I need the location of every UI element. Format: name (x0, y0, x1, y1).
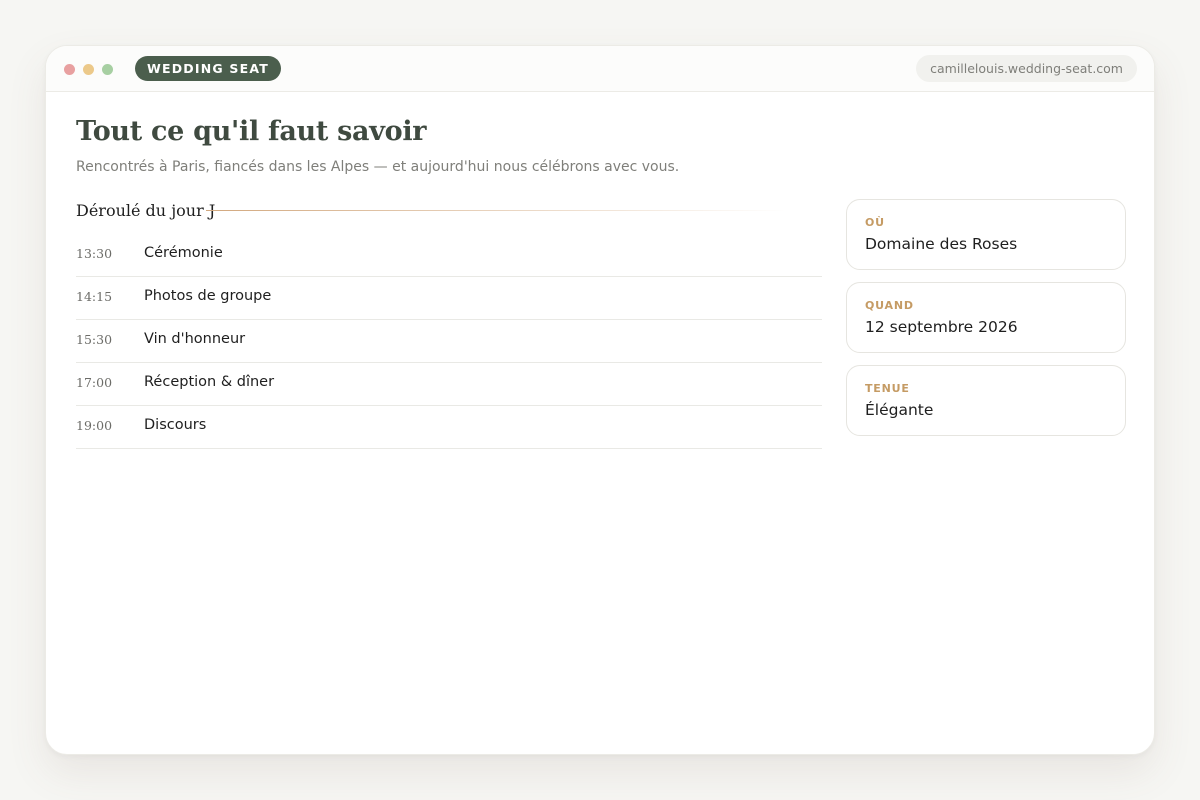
schedule-row: 17:00 Réception & dîner (76, 363, 822, 406)
info-card-label: TENUE (865, 382, 910, 395)
section-divider (206, 210, 786, 211)
info-card-value: Élégante (865, 401, 934, 419)
schedule-time: 13:30 (76, 246, 113, 261)
page-subtitle: Rencontrés à Paris, fiancés dans les Alp… (76, 159, 680, 175)
schedule-event: Discours (144, 417, 207, 433)
minimize-window-dot[interactable] (83, 64, 94, 75)
browser-window: WEDDING SEAT camillelouis.wedding-seat.c… (45, 45, 1155, 755)
schedule-event: Vin d'honneur (144, 331, 246, 347)
schedule-header: Déroulé du jour J (76, 199, 796, 223)
info-card-value: 12 septembre 2026 (865, 318, 1018, 336)
schedule-title: Déroulé du jour J (76, 201, 216, 220)
schedule-event: Cérémonie (144, 245, 223, 261)
maximize-window-dot[interactable] (102, 64, 113, 75)
url-bar[interactable]: camillelouis.wedding-seat.com (916, 55, 1137, 82)
close-window-dot[interactable] (64, 64, 75, 75)
info-card-location: OÙ Domaine des Roses (846, 199, 1126, 270)
info-card-label: QUAND (865, 299, 914, 312)
schedule-row: 19:00 Discours (76, 406, 822, 449)
schedule-time: 19:00 (76, 418, 113, 433)
info-card-date: QUAND 12 septembre 2026 (846, 282, 1126, 353)
info-cards: OÙ Domaine des Roses QUAND 12 septembre … (846, 199, 1126, 448)
schedule-list: 13:30 Cérémonie 14:15 Photos de groupe 1… (76, 234, 822, 449)
schedule-time: 15:30 (76, 332, 113, 347)
window-titlebar: WEDDING SEAT camillelouis.wedding-seat.c… (46, 46, 1154, 92)
schedule-time: 17:00 (76, 375, 113, 390)
schedule-row: 15:30 Vin d'honneur (76, 320, 822, 363)
schedule-row: 13:30 Cérémonie (76, 234, 822, 277)
schedule-event: Photos de groupe (144, 288, 272, 304)
schedule-row: 14:15 Photos de groupe (76, 277, 822, 320)
brand-badge[interactable]: WEDDING SEAT (135, 56, 281, 81)
page-title: Tout ce qu'il faut savoir (76, 116, 427, 147)
info-card-label: OÙ (865, 216, 885, 229)
schedule-event: Réception & dîner (144, 374, 275, 390)
info-card-value: Domaine des Roses (865, 235, 1018, 253)
info-card-dress-code: TENUE Élégante (846, 365, 1126, 436)
schedule-time: 14:15 (76, 289, 113, 304)
